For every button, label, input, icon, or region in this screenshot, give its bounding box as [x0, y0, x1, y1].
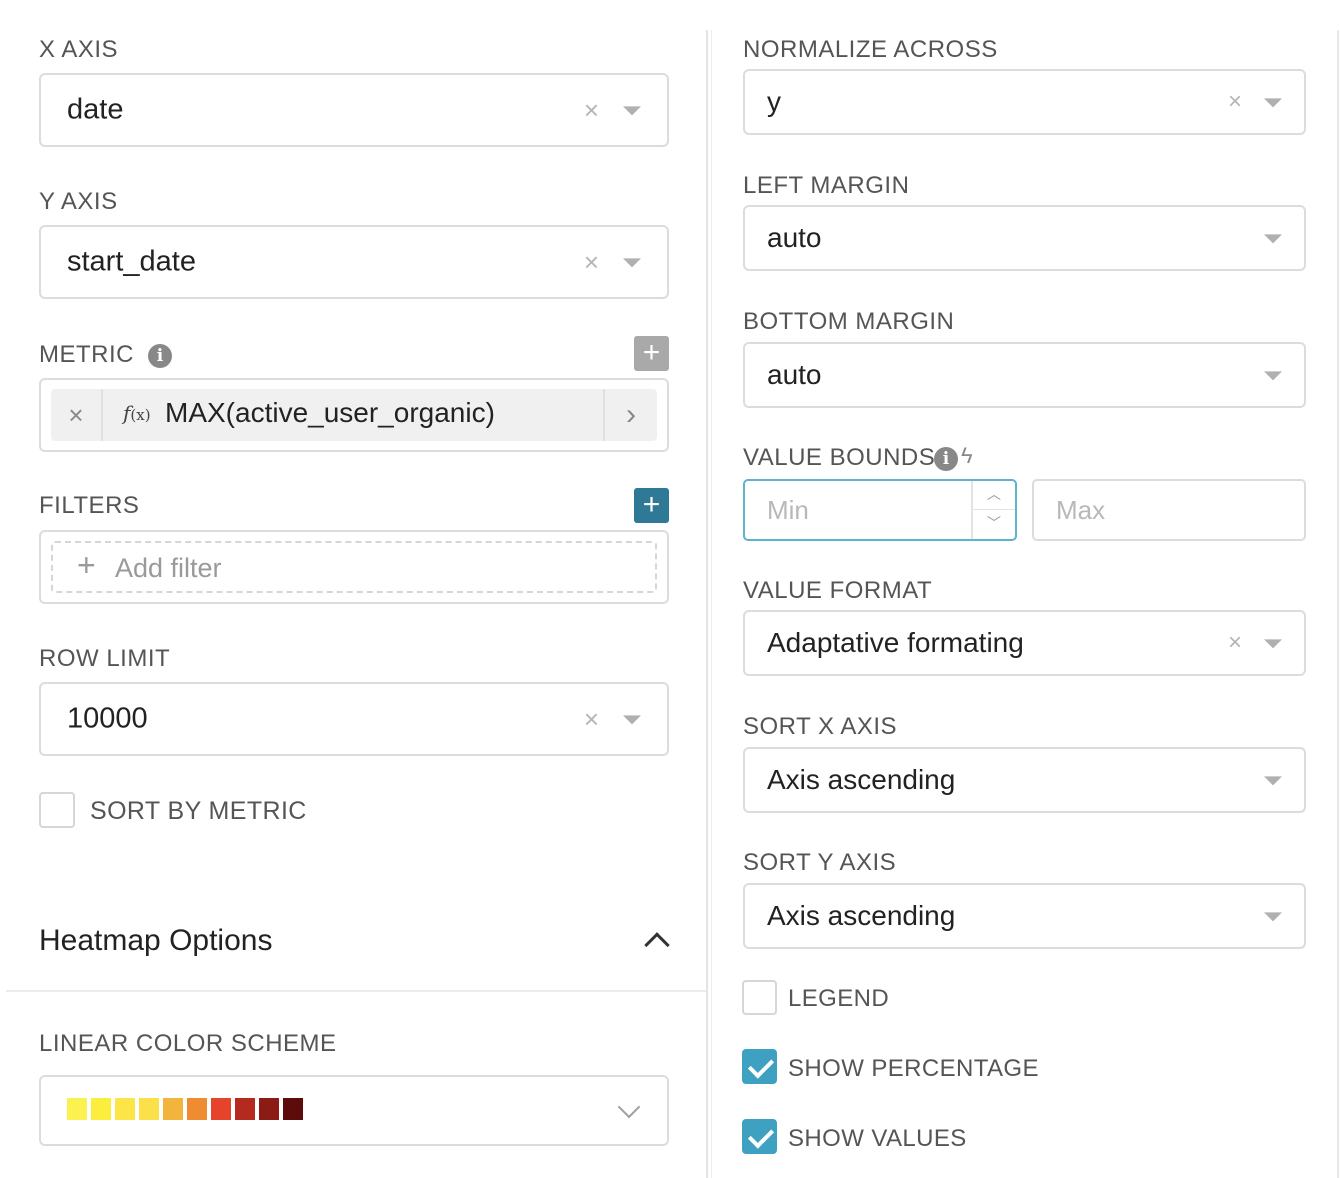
color-scheme-swatches	[67, 1098, 303, 1120]
x-axis-label: X AXIS	[39, 36, 119, 63]
row-limit-label: ROW LIMIT	[39, 645, 171, 672]
caret-down-icon[interactable]	[1264, 98, 1282, 108]
color-swatch	[235, 1098, 255, 1120]
show-percentage-label: SHOW PERCENTAGE	[788, 1055, 1039, 1082]
y-axis-label: Y AXIS	[39, 188, 118, 215]
show-values-checkbox[interactable]	[742, 1119, 777, 1154]
spin-up-icon[interactable]: ︿	[973, 481, 1015, 510]
clear-icon[interactable]: ×	[1228, 631, 1242, 655]
y-axis-value: start_date	[67, 245, 196, 278]
sort-x-axis-value: Axis ascending	[767, 764, 956, 795]
caret-down-icon[interactable]	[623, 106, 641, 116]
max-placeholder: Max	[1056, 495, 1106, 525]
sort-y-axis-label: SORT Y AXIS	[743, 849, 897, 876]
bottom-margin-select[interactable]: auto	[743, 342, 1306, 408]
color-swatch	[211, 1098, 231, 1120]
value-format-value: Adaptative formating	[767, 627, 1024, 658]
sort-y-axis-value: Axis ascending	[767, 900, 956, 931]
number-spinner: ︿ ﹀	[971, 481, 1015, 539]
info-icon[interactable]: i	[148, 344, 172, 368]
spin-down-icon[interactable]: ﹀	[973, 510, 1015, 539]
bottom-margin-value: auto	[767, 359, 822, 390]
plus-icon: +	[77, 547, 96, 583]
caret-down-icon[interactable]	[623, 715, 641, 725]
section-divider	[6, 990, 706, 992]
linear-color-scheme-select[interactable]	[39, 1075, 669, 1146]
chevron-up-icon[interactable]	[644, 932, 670, 958]
value-format-select[interactable]: Adaptative formating ×	[743, 610, 1306, 676]
column-divider	[706, 30, 708, 1178]
right-panel: NORMALIZE ACROSS y × LEFT MARGIN auto BO…	[712, 0, 1340, 1178]
color-swatch	[139, 1098, 159, 1120]
value-bounds-label: VALUE BOUNDS	[743, 444, 936, 471]
clear-icon[interactable]: ×	[584, 97, 599, 123]
metric-select[interactable]: × f(x) MAX(active_user_organic) ›	[39, 378, 669, 452]
metric-chip[interactable]: × f(x) MAX(active_user_organic) ›	[51, 389, 657, 441]
left-panel: X AXIS date × Y AXIS start_date × METRIC…	[0, 0, 706, 1178]
color-swatch	[163, 1098, 183, 1120]
x-axis-select[interactable]: date ×	[39, 73, 669, 147]
color-swatch	[115, 1098, 135, 1120]
filters-label: FILTERS	[39, 492, 140, 519]
sort-x-axis-select[interactable]: Axis ascending	[743, 747, 1306, 813]
info-icon[interactable]: i	[934, 447, 958, 471]
row-limit-value: 10000	[67, 702, 148, 735]
normalize-across-select[interactable]: y ×	[743, 69, 1306, 135]
normalize-across-value: y	[767, 86, 781, 117]
max-bound-input[interactable]: Max	[1032, 479, 1306, 541]
row-limit-select[interactable]: 10000 ×	[39, 682, 669, 756]
left-margin-select[interactable]: auto	[743, 205, 1306, 271]
add-filter-icon-button[interactable]: +	[634, 488, 669, 523]
caret-down-icon[interactable]	[1264, 371, 1282, 381]
normalize-across-label: NORMALIZE ACROSS	[743, 36, 998, 63]
legend-label: LEGEND	[788, 985, 890, 1012]
legend-checkbox[interactable]	[742, 980, 777, 1015]
color-swatch	[259, 1098, 279, 1120]
metric-label: METRIC	[39, 341, 134, 368]
caret-down-icon[interactable]	[1264, 234, 1282, 244]
caret-down-icon[interactable]	[1264, 639, 1282, 649]
function-icon: f(x)	[123, 401, 151, 425]
show-values-label: SHOW VALUES	[788, 1125, 967, 1152]
color-swatch	[91, 1098, 111, 1120]
linear-color-scheme-label: LINEAR COLOR SCHEME	[39, 1030, 337, 1057]
color-swatch	[283, 1098, 303, 1120]
color-swatch	[67, 1098, 87, 1120]
add-filter-button[interactable]: + Add filter	[51, 541, 657, 593]
clear-icon[interactable]: ×	[1228, 90, 1242, 114]
color-swatch	[187, 1098, 207, 1120]
remove-metric-icon[interactable]: ×	[51, 389, 103, 441]
heatmap-options-title[interactable]: Heatmap Options	[39, 924, 272, 958]
sort-y-axis-select[interactable]: Axis ascending	[743, 883, 1306, 949]
x-axis-value: date	[67, 93, 124, 126]
clear-icon[interactable]: ×	[584, 706, 599, 732]
bottom-margin-label: BOTTOM MARGIN	[743, 308, 955, 335]
value-format-label: VALUE FORMAT	[743, 577, 933, 604]
show-percentage-checkbox[interactable]	[742, 1049, 777, 1084]
caret-down-icon[interactable]	[1264, 776, 1282, 786]
bolt-icon: ϟ	[961, 443, 973, 468]
chevron-right-icon[interactable]: ›	[603, 389, 657, 441]
caret-down-icon[interactable]	[623, 258, 641, 268]
chevron-down-icon[interactable]	[617, 1095, 641, 1119]
left-margin-value: auto	[767, 222, 822, 253]
caret-down-icon[interactable]	[1264, 912, 1282, 922]
min-bound-input[interactable]: Min ︿ ﹀	[743, 479, 1017, 541]
metric-value: MAX(active_user_organic)	[165, 397, 495, 428]
clear-icon[interactable]: ×	[584, 249, 599, 275]
left-margin-label: LEFT MARGIN	[743, 172, 910, 199]
sort-x-axis-label: SORT X AXIS	[743, 713, 898, 740]
sort-by-metric-checkbox[interactable]	[39, 792, 75, 828]
filters-box: + Add filter	[39, 530, 669, 604]
y-axis-select[interactable]: start_date ×	[39, 225, 669, 299]
add-filter-text: Add filter	[115, 553, 222, 583]
sort-by-metric-label: SORT BY METRIC	[90, 797, 307, 825]
min-placeholder: Min	[767, 495, 809, 525]
add-metric-button[interactable]: +	[634, 336, 669, 371]
